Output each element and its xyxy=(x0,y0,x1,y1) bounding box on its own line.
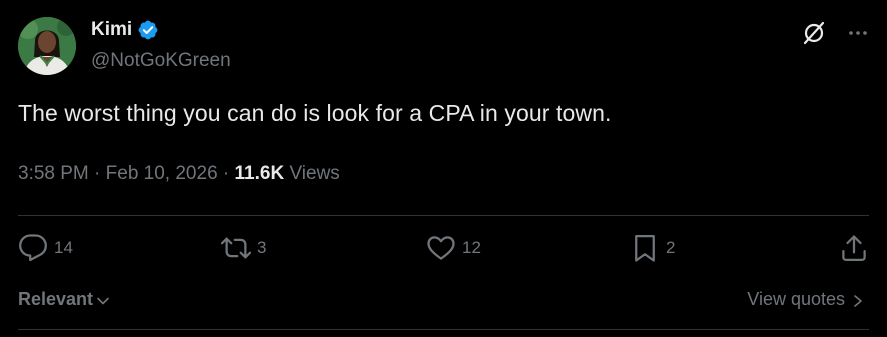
like-button[interactable]: 12 xyxy=(426,233,481,263)
bookmark-count: 2 xyxy=(666,238,676,257)
repost-count: 3 xyxy=(257,238,267,257)
author-display-name[interactable]: Kimi xyxy=(91,19,132,41)
meta-separator: · xyxy=(222,163,230,184)
reply-icon xyxy=(19,234,47,262)
view-quotes-label: View quotes xyxy=(747,289,845,309)
avatar-image xyxy=(18,17,76,75)
author-handle[interactable]: @NotGoKGreen xyxy=(91,50,231,72)
author-name-row: Kimi xyxy=(91,19,159,41)
repost-icon xyxy=(221,237,251,259)
chevron-down-icon xyxy=(97,297,109,304)
avatar[interactable] xyxy=(18,17,76,75)
divider xyxy=(18,329,869,330)
verified-badge-icon[interactable] xyxy=(137,19,159,41)
divider xyxy=(18,215,869,216)
bookmark-button[interactable]: 2 xyxy=(630,233,675,263)
share-button[interactable] xyxy=(839,233,869,263)
tweet-time[interactable]: 3:58 PM xyxy=(18,163,89,184)
reply-count: 14 xyxy=(54,238,73,257)
views-count: 11.6K xyxy=(234,163,285,184)
like-count: 12 xyxy=(462,238,481,257)
meta-separator: · xyxy=(94,163,101,184)
tweet-meta: 3:58 PM · Feb 10, 2026 · 11.6K Views xyxy=(18,163,340,185)
bookmark-icon xyxy=(635,235,655,262)
grok-icon[interactable] xyxy=(801,20,827,46)
chevron-right-icon xyxy=(854,294,862,307)
reply-button[interactable]: 14 xyxy=(18,233,73,263)
sort-replies-dropdown[interactable]: Relevant xyxy=(18,289,111,310)
like-icon xyxy=(427,236,455,260)
action-bar: 14 3 12 2 xyxy=(18,233,869,273)
tweet-text: The worst thing you can do is look for a… xyxy=(18,100,612,126)
view-quotes-link[interactable]: View quotes xyxy=(747,289,865,310)
more-icon[interactable] xyxy=(847,22,869,44)
share-icon xyxy=(842,235,866,261)
views-label: Views xyxy=(289,163,340,184)
tweet-date[interactable]: Feb 10, 2026 xyxy=(106,163,218,184)
tweet-top-actions xyxy=(801,20,869,46)
sort-label: Relevant xyxy=(18,289,94,309)
repost-button[interactable]: 3 xyxy=(221,233,266,263)
